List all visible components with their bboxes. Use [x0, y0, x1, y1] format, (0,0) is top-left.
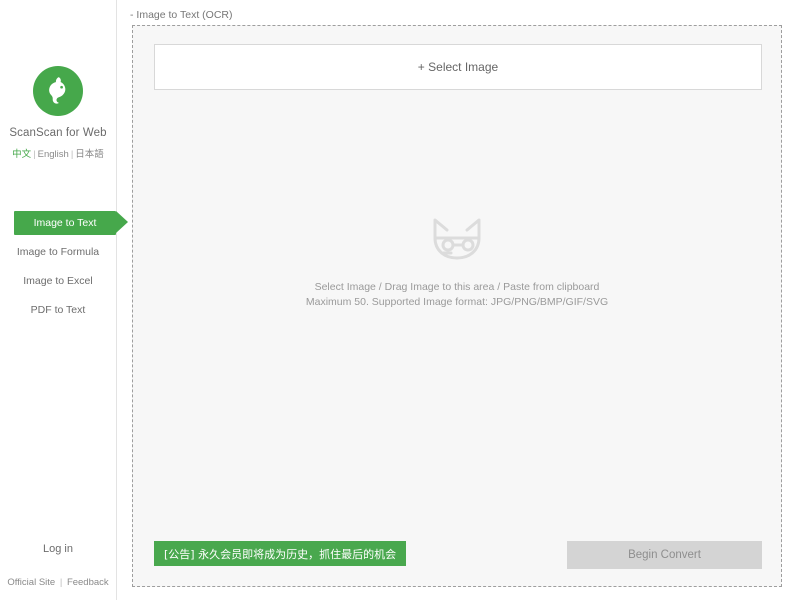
sidebar: ScanScan for Web 中文 | English | 日本語 Image to… — [0, 0, 128, 600]
footer-separator: | — [59, 577, 63, 588]
sidebar-item-label: Image to Formula — [16, 246, 100, 258]
official-site-link[interactable]: Official Site — [7, 577, 55, 588]
sidebar-item-image-to-formula[interactable]: Image to Formula — [0, 240, 116, 264]
footer-links: Official Site | Feedback — [0, 577, 116, 588]
sidebar-item-pdf-to-text[interactable]: PDF to Text — [0, 298, 116, 322]
dropzone-hint-line-1: Select Image / Drag Image to this area /… — [314, 281, 600, 293]
lang-option-en[interactable]: English — [38, 149, 69, 160]
sidebar-item-image-to-text[interactable]: Image to Text — [14, 211, 128, 235]
brand-block: ScanScan for Web 中文 | English | 日本語 — [0, 66, 116, 160]
begin-convert-label: Begin Convert — [628, 549, 701, 561]
breadcrumb: - Image to Text (OCR) — [130, 9, 233, 21]
login-link[interactable]: Log in — [0, 543, 116, 555]
brand-title: ScanScan for Web — [9, 127, 107, 139]
app-root: ScanScan for Web 中文 | English | 日本語 Image to… — [0, 0, 800, 600]
dropzone-hint-line-2: Maximum 50. Supported Image format: JPG/… — [305, 296, 609, 308]
cat-outline-icon — [433, 218, 481, 260]
dropzone-placeholder: Select Image / Drag Image to this area /… — [133, 208, 781, 310]
sidebar-item-label: Image to Text — [33, 217, 97, 229]
language-switcher: 中文 | English | 日本語 — [0, 146, 116, 160]
main-content: - Image to Text (OCR) + Select Image Sel… — [116, 0, 800, 600]
sidebar-item-image-to-excel[interactable]: Image to Excel — [0, 269, 116, 293]
feedback-link[interactable]: Feedback — [67, 577, 109, 588]
sidebar-footer: Log in Official Site | Feedback — [0, 543, 116, 588]
select-image-button[interactable]: + Select Image — [154, 44, 762, 90]
sidebar-item-label: PDF to Text — [30, 304, 86, 316]
sidebar-nav: Image to Text Image to Formula Image to … — [0, 211, 128, 327]
begin-convert-button[interactable]: Begin Convert — [567, 541, 762, 569]
promo-banner[interactable]: [公告] 永久会员即将成为历史，抓住最后的机会 — [154, 541, 407, 566]
lang-option-ja[interactable]: 日本語 — [75, 149, 104, 160]
lang-option-zh[interactable]: 中文 — [12, 149, 31, 160]
sidebar-item-label: Image to Excel — [23, 275, 93, 287]
image-dropzone[interactable]: + Select Image Select Image / Drag Image… — [132, 25, 782, 587]
promo-banner-text: [公告] 永久会员即将成为历史，抓住最后的机会 — [164, 547, 397, 561]
scanscan-cat-logo-icon — [33, 66, 83, 116]
select-image-label: + Select Image — [417, 60, 499, 74]
